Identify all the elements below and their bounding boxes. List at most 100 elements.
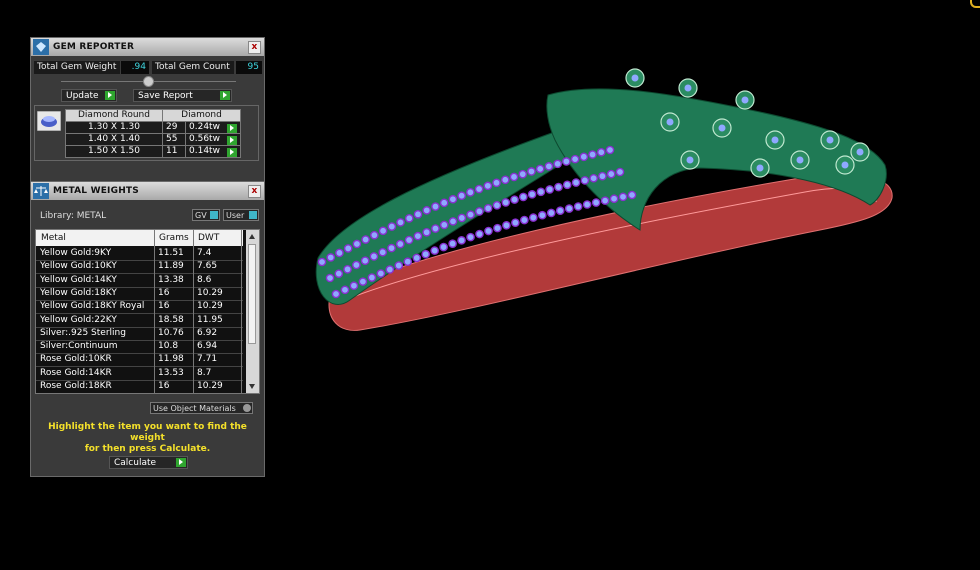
corner-indicator-icon bbox=[970, 0, 980, 8]
gem-stone bbox=[404, 235, 414, 245]
gem-stone bbox=[573, 202, 583, 211]
gem-stone bbox=[335, 248, 344, 258]
gem-stone bbox=[618, 192, 628, 202]
gem-stone bbox=[511, 218, 520, 227]
gem-stone bbox=[474, 184, 484, 194]
bezel-stone bbox=[718, 124, 726, 132]
gem-stone bbox=[413, 209, 423, 219]
gem-stone bbox=[394, 261, 404, 270]
gem-stone bbox=[500, 175, 510, 185]
gem-stone bbox=[529, 213, 538, 222]
gem-stone bbox=[501, 198, 511, 207]
gem-stone bbox=[579, 152, 589, 162]
gem-stone bbox=[615, 167, 625, 177]
gem-stone bbox=[562, 157, 571, 166]
bezel-stone bbox=[756, 164, 764, 172]
gem-stone bbox=[378, 226, 388, 236]
gem-stone bbox=[484, 226, 493, 236]
gem-stone bbox=[457, 236, 466, 245]
gem-stone bbox=[492, 178, 501, 188]
gem-stone bbox=[510, 195, 519, 204]
gem-stone bbox=[361, 235, 370, 244]
gem-stone bbox=[582, 200, 592, 209]
gem-stone bbox=[535, 164, 545, 174]
gem-stone bbox=[562, 180, 572, 190]
gem-stone bbox=[457, 191, 466, 201]
gem-stone bbox=[598, 171, 607, 181]
bezel-stone bbox=[826, 136, 834, 144]
gem-stone bbox=[396, 218, 405, 227]
gem-stone bbox=[378, 247, 388, 257]
gem-stone bbox=[317, 257, 327, 267]
gem-stone bbox=[527, 167, 536, 176]
gem-stone bbox=[422, 206, 432, 215]
gem-stone bbox=[609, 194, 619, 204]
gem-stone bbox=[466, 210, 475, 219]
ring-model[interactable] bbox=[315, 68, 893, 331]
gem-stone bbox=[376, 269, 386, 278]
gem-stone bbox=[369, 252, 379, 261]
gem-stone bbox=[430, 246, 439, 255]
gem-stone bbox=[385, 265, 395, 274]
gem-stone bbox=[387, 243, 396, 253]
gem-stone bbox=[412, 253, 422, 263]
gem-stone bbox=[439, 220, 449, 230]
gem-stone bbox=[493, 223, 502, 233]
gem-stone bbox=[367, 273, 377, 282]
gem-stone bbox=[596, 147, 606, 157]
bezel-stone bbox=[796, 156, 804, 164]
gem-stone bbox=[334, 269, 344, 278]
bezel-stone bbox=[841, 161, 849, 169]
gem-stone bbox=[343, 265, 352, 274]
gem-stone bbox=[519, 192, 528, 202]
gem-stone bbox=[509, 172, 519, 182]
gem-stone bbox=[591, 198, 601, 207]
gem-stone bbox=[518, 169, 528, 179]
gem-stone bbox=[527, 190, 537, 199]
bezel-stone bbox=[771, 136, 779, 144]
gem-stone bbox=[343, 244, 353, 253]
gem-stone bbox=[352, 239, 362, 249]
gem-stone bbox=[538, 210, 547, 220]
gem-stone bbox=[404, 213, 414, 223]
gem-stone bbox=[448, 194, 458, 204]
gem-stone bbox=[564, 204, 574, 213]
gem-stone bbox=[605, 145, 615, 155]
bezel-stone bbox=[686, 156, 694, 164]
gem-stone bbox=[555, 206, 565, 216]
gem-stone bbox=[466, 188, 475, 197]
gem-stone bbox=[588, 150, 597, 159]
gem-stone bbox=[431, 202, 440, 211]
gem-stone bbox=[554, 182, 563, 192]
gem-stone bbox=[502, 221, 511, 230]
gem-stone bbox=[606, 169, 616, 179]
gem-stone bbox=[492, 201, 502, 210]
gem-stone bbox=[589, 173, 598, 183]
gem-stone bbox=[457, 213, 467, 223]
bezel-stone bbox=[741, 96, 749, 104]
gem-stone bbox=[448, 217, 458, 226]
gem-stone bbox=[545, 185, 554, 194]
bezel-stone bbox=[684, 84, 692, 92]
gem-stone bbox=[580, 176, 590, 185]
gem-stone bbox=[439, 198, 449, 208]
gem-stone bbox=[325, 273, 335, 283]
gem-stone bbox=[570, 154, 580, 164]
gem-stone bbox=[431, 224, 440, 233]
bezel-stone bbox=[631, 74, 639, 82]
gem-stone bbox=[358, 277, 368, 286]
gem-stone bbox=[520, 215, 529, 225]
gem-stone bbox=[483, 204, 493, 213]
gem-stone bbox=[326, 253, 336, 262]
gem-stone bbox=[448, 239, 457, 248]
ring-3d-viewport[interactable] bbox=[0, 0, 980, 570]
gem-stone bbox=[483, 181, 493, 191]
gem-stone bbox=[403, 257, 413, 267]
gem-stone bbox=[340, 285, 350, 295]
gem-stone bbox=[421, 249, 430, 259]
gem-stone bbox=[544, 162, 554, 171]
gem-stone bbox=[349, 281, 359, 291]
gem-stone bbox=[439, 242, 448, 252]
gem-stone bbox=[600, 196, 610, 205]
gem-stone bbox=[370, 230, 379, 240]
